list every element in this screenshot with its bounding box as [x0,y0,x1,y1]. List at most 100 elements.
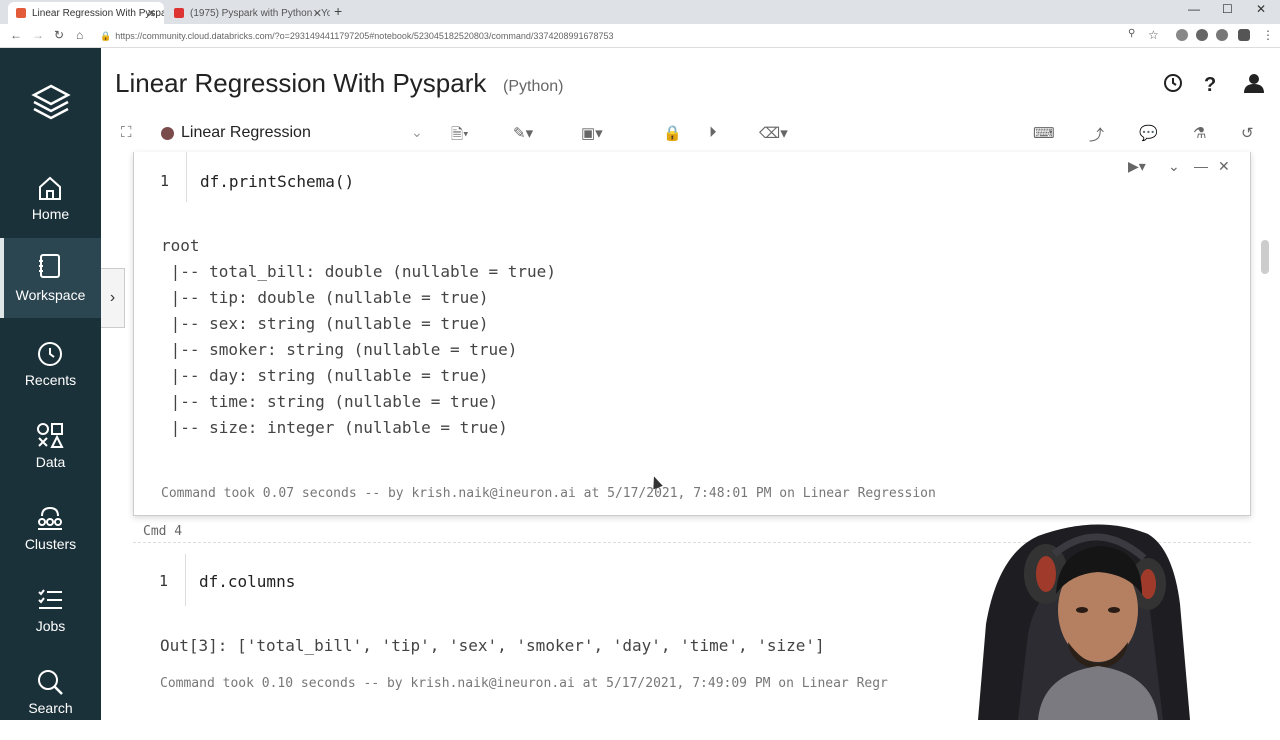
run-cell-icon[interactable]: ▶▾ [1128,158,1146,175]
browser-tab[interactable]: (1975) Pyspark with Python - Yo ✕ [166,2,330,24]
output-line: |-- smoker: string (nullable = true) [161,340,518,359]
sidebar-item-jobs[interactable]: Jobs [0,578,101,658]
sidebar: Home Workspace Recents Data Clusters Job… [0,48,101,720]
command-info: Command took 0.10 seconds -- by krish.na… [160,676,888,691]
browser-menu-icon[interactable]: ⋮ [1262,28,1274,42]
home-icon [39,176,61,200]
output-line: |-- total_bill: double (nullable = true) [161,262,556,281]
view-menu-icon[interactable]: ▣▾ [581,124,603,144]
sidebar-item-label: Data [35,454,66,470]
sidebar-item-data[interactable]: Data [0,414,101,494]
sidebar-item-label: Recents [24,372,77,388]
cluster-name[interactable]: Linear Regression [181,124,311,142]
reload-icon[interactable]: ↻ [54,28,64,42]
sidebar-item-recents[interactable]: Recents [0,332,101,412]
chevron-down-icon[interactable]: ⌄ [411,124,423,141]
webcam-overlay [978,524,1190,720]
notebook-toolbar: ⛶ Linear Regression ⌄ 🗎▾ ✎▾ ▣▾ 🔒 ⏵ ⌫▾ ⌨ … [101,116,1280,152]
address-bar: ← → ↻ ⌂ 🔒 https://community.cloud.databr… [0,24,1280,48]
run-all-icon[interactable]: ⏵ [709,124,717,144]
sidebar-item-label: Workspace [15,287,86,303]
scrollbar-thumb[interactable] [1261,240,1269,274]
lock-icon: 🔒 [100,30,112,41]
close-tab-icon[interactable]: ✕ [313,7,322,20]
sidebar-item-label: Home [31,206,70,222]
notebook-header: Linear Regression With Pyspark (Python) … [101,48,1280,116]
cmd-label: Cmd 4 [143,524,183,539]
sidebar-item-home[interactable]: Home [0,166,101,246]
bookmark-star-icon[interactable]: ☆ [1148,28,1159,42]
maximize-window-icon[interactable]: ☐ [1222,2,1233,16]
minimize-window-icon[interactable]: — [1188,2,1200,16]
databricks-logo-icon[interactable] [30,82,72,124]
output-line: |-- sex: string (nullable = true) [161,314,489,333]
forward-icon[interactable]: → [32,28,44,42]
code-gutter [185,554,186,606]
code-line[interactable]: df.printSchema() [200,172,354,191]
profile-avatar[interactable] [1238,29,1250,41]
sidebar-item-search[interactable]: Search [0,660,101,740]
extension-icon[interactable] [1196,29,1208,41]
help-icon[interactable]: ? [1199,72,1221,94]
youtube-favicon-icon [174,8,184,18]
search-icon [38,670,63,695]
tab-title: Linear Regression With Pyspark [32,7,164,19]
command-cell[interactable]: ▶▾ ⌄ — ✕ 1 df.printSchema() root |-- tot… [133,152,1251,516]
data-icon [37,423,64,448]
share-icon[interactable]: ⤴ [1089,124,1104,144]
sidebar-item-workspace[interactable]: Workspace [0,238,101,318]
experiment-flask-icon[interactable]: ⚗ [1193,124,1206,144]
zoom-icon[interactable]: ⚲ [1128,28,1135,39]
output-line: |-- day: string (nullable = true) [161,366,489,385]
sidebar-item-clusters[interactable]: Clusters [0,496,101,576]
new-tab-icon[interactable]: + [334,3,342,19]
svg-text:?: ? [1204,74,1216,94]
schema-tree-icon[interactable]: ⛶ [121,124,132,144]
extension-icon[interactable] [1216,29,1228,41]
close-tab-icon[interactable]: ✕ [147,7,156,20]
chevron-down-icon[interactable]: ⌄ [1168,158,1180,175]
browser-tab-active[interactable]: Linear Regression With Pyspark ✕ [8,2,164,24]
sidebar-item-label: Search [28,700,73,716]
output-line: |-- tip: double (nullable = true) [161,288,489,307]
output-line: |-- size: integer (nullable = true) [161,418,508,437]
command-info: Command took 0.07 seconds -- by krish.na… [161,486,936,501]
delete-cell-icon[interactable]: ✕ [1218,158,1230,175]
tab-title: (1975) Pyspark with Python - Yo [190,7,330,19]
output-line: Out[3]: ['total_bill', 'tip', 'sex', 'sm… [160,636,825,655]
line-number: 1 [160,172,170,190]
cluster-status-icon [161,127,174,140]
history-icon[interactable] [1162,72,1184,94]
url-text: https://community.cloud.databricks.com/?… [115,31,614,41]
browser-tab-bar: Linear Regression With Pyspark ✕ (1975) … [0,0,1280,24]
keyboard-icon[interactable]: ⌨ [1033,124,1055,144]
user-icon[interactable] [1243,72,1265,94]
output-line: root [161,236,200,255]
line-number: 1 [159,572,169,590]
notebook-title[interactable]: Linear Regression With Pyspark [115,68,486,99]
revision-history-icon[interactable]: ↺ [1241,124,1254,144]
expand-sidebar-button[interactable]: › [101,268,125,328]
sidebar-item-label: Clusters [24,536,77,552]
extension-icon[interactable] [1176,29,1188,41]
output-line: |-- time: string (nullable = true) [161,392,499,411]
url-field[interactable]: 🔒 https://community.cloud.databricks.com… [100,28,1110,44]
clear-menu-icon[interactable]: ⌫▾ [759,124,788,144]
jobs-icon [38,589,62,609]
file-menu-icon[interactable]: 🗎▾ [451,124,469,144]
databricks-favicon-icon [16,8,26,18]
comments-icon[interactable]: 💬 [1139,124,1158,144]
sidebar-item-label: Jobs [35,618,66,634]
code-line[interactable]: df.columns [199,572,295,591]
code-gutter [186,152,187,202]
close-window-icon[interactable]: ✕ [1256,2,1266,16]
home-browser-icon[interactable]: ⌂ [76,28,83,42]
permissions-lock-icon[interactable]: 🔒 [663,124,682,144]
back-icon[interactable]: ← [10,28,22,42]
workspace-icon [39,254,60,278]
edit-menu-icon[interactable]: ✎▾ [513,124,533,144]
notebook-language: (Python) [503,78,564,95]
minimize-cell-icon[interactable]: — [1194,158,1208,174]
clock-icon [38,342,62,366]
clusters-icon [38,506,62,530]
